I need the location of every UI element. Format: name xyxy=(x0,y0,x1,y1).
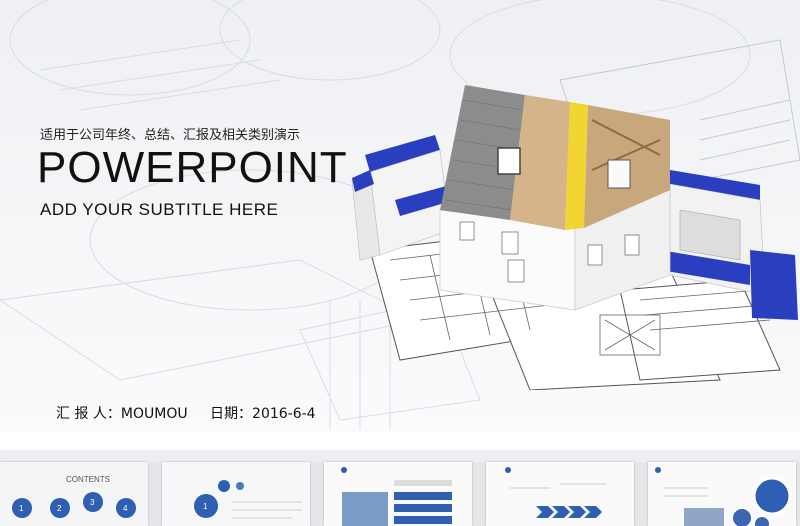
arrow-process-thumbnail-graphic xyxy=(486,462,634,526)
svg-text:1: 1 xyxy=(203,502,208,511)
contents-thumbnail-graphic: CONTENTS 1 2 3 4 xyxy=(0,462,148,526)
svg-text:CONTENTS: CONTENTS xyxy=(66,475,110,484)
svg-text:2: 2 xyxy=(57,504,62,513)
slide-subtitle[interactable]: ADD YOUR SUBTITLE HERE xyxy=(40,200,278,220)
slide-title[interactable]: POWERPOINT xyxy=(37,143,348,193)
svg-text:4: 4 xyxy=(123,504,128,513)
date-label: 日期：2016-6-4 xyxy=(210,406,316,422)
house-blueprint-illustration xyxy=(351,85,798,390)
gear-diagram-thumbnail-graphic xyxy=(648,462,796,526)
main-slide: 适用于公司年终、总结、汇报及相关类别演示 POWERPOINT ADD YOUR… xyxy=(0,0,800,432)
image-list-thumbnail-graphic xyxy=(324,462,472,526)
thumbnail-gear-diagram[interactable] xyxy=(648,462,796,526)
reporter-label: 汇 报 人：MOUMOU xyxy=(56,406,188,422)
strip-divider xyxy=(0,450,800,462)
tagline[interactable]: 适用于公司年终、总结、汇报及相关类别演示 xyxy=(40,124,300,143)
reporter-line[interactable]: 汇 报 人：MOUMOU 日期：2016-6-4 xyxy=(56,403,334,423)
section-thumbnail-graphic: 1 xyxy=(162,462,310,526)
svg-text:1: 1 xyxy=(19,504,24,513)
slide-thumbnail-strip: CONTENTS 1 2 3 4 1 xyxy=(0,450,800,526)
thumbnail-contents[interactable]: CONTENTS 1 2 3 4 xyxy=(0,462,148,526)
thumbnail-image-list[interactable] xyxy=(324,462,472,526)
thumbnail-arrow-process[interactable] xyxy=(486,462,634,526)
svg-text:3: 3 xyxy=(90,498,95,507)
thumbnail-section-1[interactable]: 1 xyxy=(162,462,310,526)
